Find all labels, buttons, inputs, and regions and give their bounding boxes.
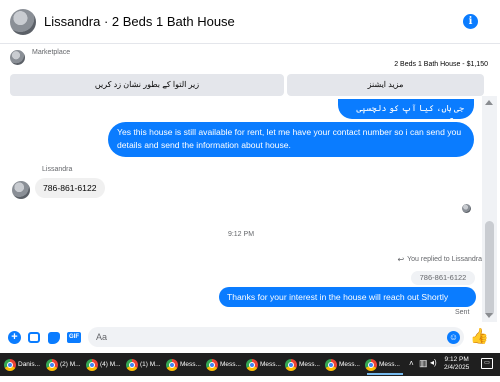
reply-indicator-text: You replied to Lissandra bbox=[407, 256, 482, 263]
taskbar-item[interactable]: Danis... bbox=[4, 356, 42, 373]
taskbar-item-label: Mess... bbox=[379, 361, 400, 368]
outgoing-message[interactable]: Yes this house is still available for re… bbox=[108, 122, 474, 157]
listing-title-price[interactable]: 2 Beds 1 Bath House - $1,150 bbox=[394, 61, 488, 68]
mark-pending-button[interactable]: زیر التوا کے بطور نشان زد کریں bbox=[10, 74, 284, 96]
chat-window: Lissandra · 2 Beds 1 Bath House i Market… bbox=[0, 0, 500, 353]
chrome-icon bbox=[46, 358, 58, 371]
sender-name: Lissandra bbox=[42, 166, 73, 173]
chrome-icon bbox=[4, 358, 16, 371]
message-timestamp: 9:12 PM bbox=[227, 231, 255, 238]
emoji-icon[interactable]: ☺ bbox=[447, 331, 460, 344]
reply-indicator: ↩ You replied to Lissandra bbox=[397, 255, 482, 264]
message-input[interactable] bbox=[88, 327, 464, 347]
taskbar-item[interactable]: Mess... bbox=[206, 356, 244, 373]
chrome-icon bbox=[365, 358, 377, 371]
scrollbar-thumb[interactable] bbox=[485, 221, 494, 316]
volume-icon[interactable]: ◂) bbox=[430, 358, 437, 381]
chrome-icon bbox=[246, 358, 258, 371]
conversation-title[interactable]: Lissandra · 2 Beds 1 Bath House bbox=[44, 14, 235, 29]
chrome-icon bbox=[325, 358, 337, 371]
show-hidden-icons-icon[interactable]: ˄ bbox=[409, 359, 414, 382]
taskbar-item[interactable]: Mess... bbox=[325, 356, 363, 373]
plus-icon[interactable]: + bbox=[8, 331, 21, 344]
notification-icon[interactable]: ▭ bbox=[481, 358, 493, 369]
taskbar-item-label: (2) M... bbox=[60, 361, 81, 368]
avatar[interactable] bbox=[10, 9, 36, 35]
sender-avatar[interactable] bbox=[12, 181, 30, 199]
taskbar-item-label: Danis... bbox=[18, 361, 41, 368]
taskbar-item-label: Mess... bbox=[180, 361, 201, 368]
outgoing-message[interactable]: جی ہاں، کیا آپ کو دلچسپی ہے؟ bbox=[338, 99, 474, 126]
info-icon[interactable]: i bbox=[463, 14, 478, 29]
gif-icon[interactable]: GIF bbox=[67, 332, 81, 343]
scrollbar[interactable] bbox=[482, 96, 497, 322]
more-actions-button[interactable]: مزید ایشنز bbox=[287, 74, 484, 96]
taskbar-item[interactable]: Mess... bbox=[166, 356, 204, 373]
like-icon[interactable]: 👍 bbox=[470, 328, 489, 346]
taskbar-item-label: Mess... bbox=[299, 361, 320, 368]
outgoing-message[interactable]: Thanks for your interest in the house wi… bbox=[219, 287, 476, 307]
taskbar-item[interactable]: Mess... bbox=[246, 356, 284, 373]
incoming-message[interactable]: 786-861-6122 bbox=[35, 178, 105, 198]
chrome-icon bbox=[206, 358, 218, 371]
taskbar-item-label: Mess... bbox=[339, 361, 360, 368]
taskbar-item-label: (4) M... bbox=[100, 361, 121, 368]
chrome-icon bbox=[285, 358, 297, 371]
chrome-icon bbox=[166, 358, 178, 371]
taskbar-item[interactable]: (2) M... bbox=[46, 356, 82, 373]
marketplace-avatar bbox=[10, 50, 25, 65]
taskbar-item-label: (1) M... bbox=[140, 361, 161, 368]
clock-date: 2/4/2025 bbox=[444, 364, 470, 371]
photo-icon[interactable] bbox=[28, 332, 40, 343]
sent-status: Sent bbox=[455, 309, 470, 316]
chrome-icon bbox=[86, 358, 98, 371]
taskbar-item[interactable]: (4) M... bbox=[86, 356, 122, 373]
reply-arrow-icon: ↩ bbox=[397, 255, 405, 264]
quoted-message[interactable]: 786-861-6122 bbox=[411, 271, 475, 285]
seen-receipt-avatar bbox=[462, 204, 471, 213]
marketplace-label: Marketplace bbox=[32, 49, 71, 56]
taskbar-item-active[interactable]: Mess... bbox=[365, 356, 405, 375]
network-icon[interactable]: ▥ bbox=[419, 358, 428, 381]
clock-time: 9:12 PM bbox=[444, 356, 469, 363]
scroll-down-arrow-icon[interactable] bbox=[485, 313, 493, 318]
taskbar-item[interactable]: (1) M... bbox=[126, 356, 162, 373]
taskbar-item-label: Mess... bbox=[260, 361, 281, 368]
taskbar-item[interactable]: Mess... bbox=[285, 356, 323, 373]
chrome-icon bbox=[126, 358, 138, 371]
taskbar-item-label: Mess... bbox=[220, 361, 241, 368]
chat-header: Lissandra · 2 Beds 1 Bath House i bbox=[0, 0, 500, 44]
scroll-up-arrow-icon[interactable] bbox=[485, 100, 493, 105]
windows-taskbar: Danis... (2) M... (4) M... (1) M... Mess… bbox=[0, 353, 500, 376]
